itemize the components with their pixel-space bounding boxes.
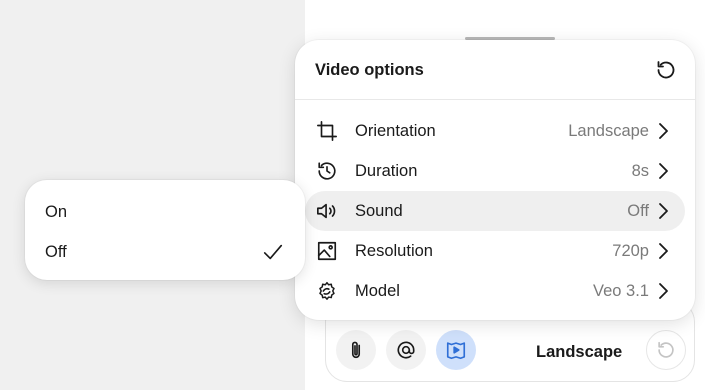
sound-option-off[interactable]: Off (25, 232, 305, 272)
reset-options-button[interactable] (653, 57, 679, 83)
speaker-icon (315, 199, 339, 223)
panel-title: Video options (315, 61, 424, 79)
chevron-right-icon (655, 241, 671, 261)
option-sound[interactable]: Sound Off (305, 191, 685, 231)
submenu-item-label: Off (45, 243, 67, 261)
chevron-right-icon (655, 281, 671, 301)
option-label: Sound (355, 202, 403, 220)
video-icon (445, 339, 467, 361)
at-sign-icon (395, 339, 417, 361)
submenu-item-label: On (45, 203, 68, 221)
option-model[interactable]: Model Veo 3.1 (305, 271, 685, 311)
reset-icon (654, 58, 678, 82)
option-label: Model (355, 282, 400, 300)
option-resolution[interactable]: Resolution 720p (305, 231, 685, 271)
composer-reset-button[interactable] (646, 330, 686, 370)
option-label: Orientation (355, 122, 436, 140)
orientation-preset-label[interactable]: Landscape (536, 343, 622, 362)
option-value: 720p (612, 242, 649, 260)
paperclip-icon (345, 339, 367, 361)
panel-header: Video options (295, 40, 695, 100)
checkmark-icon (261, 240, 285, 264)
option-label: Resolution (355, 242, 433, 260)
sound-option-on[interactable]: On (25, 192, 305, 232)
mention-button[interactable] (386, 330, 426, 370)
video-options-panel: Video options Orientation Landscape Dura… (295, 40, 695, 320)
chevron-right-icon (655, 161, 671, 181)
attach-button[interactable] (336, 330, 376, 370)
option-value: 8s (631, 162, 649, 180)
history-icon (315, 159, 339, 183)
option-duration[interactable]: Duration 8s (305, 151, 685, 191)
reset-icon (655, 339, 677, 361)
option-label: Duration (355, 162, 418, 180)
option-value: Veo 3.1 (593, 282, 649, 300)
chevron-right-icon (655, 121, 671, 141)
chevron-right-icon (655, 201, 671, 221)
image-icon (315, 239, 339, 263)
model-icon (315, 279, 339, 303)
option-orientation[interactable]: Orientation Landscape (305, 111, 685, 151)
option-value: Landscape (568, 122, 649, 140)
crop-icon (315, 119, 339, 143)
sound-submenu: On Off (25, 180, 305, 280)
video-options-button[interactable] (436, 330, 476, 370)
option-value: Off (627, 202, 649, 220)
